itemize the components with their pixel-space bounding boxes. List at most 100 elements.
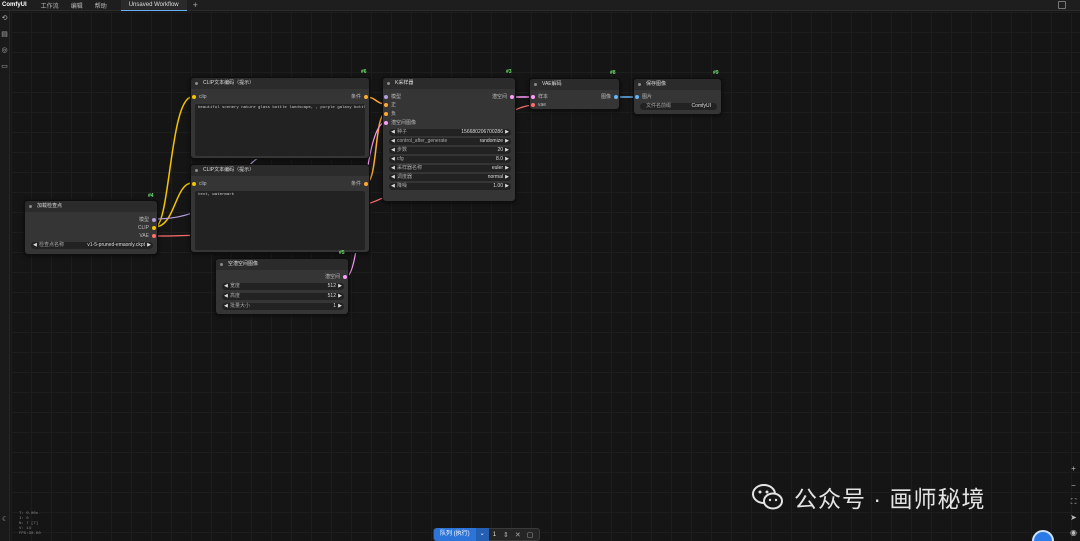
folder-icon[interactable]: ▭ [1, 63, 8, 70]
tab-unsaved-workflow[interactable]: Unsaved Workflow [120, 0, 187, 11]
menu-workflow[interactable]: 工作流 [35, 1, 65, 10]
arrow-right-icon[interactable]: ▶ [505, 165, 509, 172]
arrow-right-icon[interactable]: ▶ [147, 242, 151, 249]
input-clip-slot[interactable] [192, 182, 196, 186]
window-icon[interactable] [1058, 1, 1066, 9]
node-id-badge: #8 [610, 70, 616, 76]
node-title[interactable]: CLIP文本编码（提示） [191, 78, 369, 89]
arrow-left-icon[interactable]: ◀ [391, 156, 395, 163]
output-clip: CLIP [137, 225, 149, 231]
node-library-icon[interactable]: ◎ [1, 47, 8, 54]
node-title[interactable]: 加载检查点 [25, 201, 157, 212]
input-negative-slot[interactable] [384, 112, 388, 116]
input-model-slot[interactable] [384, 95, 388, 99]
arrow-left-icon[interactable]: ◀ [33, 242, 37, 249]
arrow-left-icon[interactable]: ◀ [224, 293, 228, 300]
output-vae: VAE [139, 233, 149, 239]
output-model: 模型 [138, 217, 149, 223]
menu-help[interactable]: 帮助 [89, 1, 113, 10]
filename-prefix-widget[interactable]: 文件名前缀 ComfyUI [640, 103, 717, 110]
node-title[interactable]: VAE解码 [530, 79, 619, 90]
output-clip-slot[interactable] [152, 226, 156, 230]
node-clip-text-positive[interactable]: CLIP文本编码（提示） clip 条件 beautiful scenery n… [190, 77, 370, 159]
arrow-right-icon[interactable]: ▶ [338, 303, 342, 310]
output-model-slot[interactable] [152, 218, 156, 222]
batch-count-input[interactable]: 1 [489, 532, 500, 538]
run-queue-button[interactable]: 队列 (执行) [434, 528, 476, 541]
steps-widget[interactable]: ◀ 步数 20 ▶ [389, 147, 511, 154]
node-title[interactable]: K采样器 [383, 78, 515, 89]
theme-toggle-icon[interactable]: ☾ [2, 515, 8, 523]
input-negative: 负 [391, 111, 397, 117]
add-tab-button[interactable]: + [187, 0, 204, 10]
input-clip-slot[interactable] [192, 95, 196, 99]
input-positive-slot[interactable] [384, 103, 388, 107]
control-after-generate-widget[interactable]: ◀ control_after_generate randomize ▶ [389, 138, 511, 145]
output-latent-slot[interactable] [510, 95, 514, 99]
cancel-icon[interactable]: ✕ [512, 531, 524, 539]
output-latent-slot[interactable] [343, 275, 347, 279]
arrow-right-icon[interactable]: ▶ [505, 147, 509, 154]
node-title[interactable]: 保存图像 [634, 79, 721, 90]
stepper-icon[interactable]: ⇕ [500, 531, 512, 539]
history-icon[interactable]: ⟲ [1, 15, 8, 22]
node-ksampler[interactable]: K采样器 模型 正 负 潜空间图像 潜空间 ◀ 种子 1566802067002… [382, 77, 516, 202]
menu-edit[interactable]: 编辑 [65, 1, 89, 10]
arrow-left-icon[interactable]: ◀ [391, 165, 395, 172]
input-vae: vae [538, 102, 547, 108]
scheduler-widget[interactable]: ◀ 调度器 normal ▶ [389, 174, 511, 181]
output-latent: 潜空间 [324, 274, 340, 280]
arrow-left-icon[interactable]: ◀ [391, 183, 395, 190]
node-save-image[interactable]: 保存图像 图片 文件名前缀 ComfyUI [633, 78, 722, 115]
input-vae-slot[interactable] [531, 103, 535, 107]
zoom-in-icon[interactable]: + [1069, 464, 1078, 473]
arrow-left-icon[interactable]: ◀ [391, 129, 395, 136]
cfg-widget[interactable]: ◀ cfg 8.0 ▶ [389, 156, 511, 163]
app-logo[interactable]: ComfyUI [0, 2, 35, 8]
width-widget[interactable]: ◀ 宽度 512 ▶ [222, 283, 344, 290]
arrow-left-icon[interactable]: ◀ [391, 138, 395, 145]
height-widget[interactable]: ◀ 高度 512 ▶ [222, 293, 344, 300]
arrow-right-icon[interactable]: ▶ [505, 138, 509, 145]
arrow-right-icon[interactable]: ▶ [338, 293, 342, 300]
queue-panel-icon[interactable]: ▢ [524, 531, 537, 539]
queue-icon[interactable]: ▤ [1, 31, 8, 38]
arrow-right-icon[interactable]: ▶ [505, 156, 509, 163]
prompt-textarea[interactable]: text, watermark [195, 191, 365, 250]
prompt-textarea[interactable]: beautiful scenery nature glass bottle la… [195, 104, 365, 156]
batch-size-widget[interactable]: ◀ 批量大小 1 ▶ [222, 303, 344, 310]
arrow-right-icon[interactable]: ▶ [505, 174, 509, 181]
zoom-out-icon[interactable]: − [1069, 481, 1078, 490]
node-empty-latent[interactable]: 空潜空间图像 潜空间 ◀ 宽度 512 ▶ ◀ 高度 512 ▶ ◀ 批量大小 … [215, 258, 349, 315]
ckpt-name-widget[interactable]: ◀ 检查点名称 v1-5-pruned-emaonly.ckpt ▶ [31, 242, 153, 249]
arrow-right-icon[interactable]: ▶ [505, 183, 509, 190]
output-conditioning-slot[interactable] [364, 182, 368, 186]
arrow-right-icon[interactable]: ▶ [338, 283, 342, 290]
node-load-checkpoint[interactable]: 加载检查点 模型 CLIP VAE ◀ 检查点名称 v1-5-pruned-em… [24, 200, 158, 255]
fit-view-icon[interactable]: ⛶ [1069, 497, 1078, 506]
node-title[interactable]: CLIP文本编码（提示） [191, 165, 369, 176]
denoise-widget[interactable]: ◀ 降噪 1.00 ▶ [389, 183, 511, 190]
input-samples-slot[interactable] [531, 95, 535, 99]
chevron-down-icon[interactable]: ⌄ [475, 528, 489, 541]
input-latent-slot[interactable] [384, 121, 388, 125]
arrow-right-icon[interactable]: ▶ [505, 129, 509, 136]
node-title[interactable]: 空潜空间图像 [216, 259, 348, 270]
input-clip: clip [199, 181, 207, 187]
output-image-slot[interactable] [614, 95, 618, 99]
toggle-links-icon[interactable]: ◉ [1069, 528, 1078, 537]
input-images-slot[interactable] [635, 95, 639, 99]
arrow-left-icon[interactable]: ◀ [391, 174, 395, 181]
output-latent: 潜空间 [491, 94, 507, 100]
arrow-left-icon[interactable]: ◀ [224, 303, 228, 310]
output-conditioning-slot[interactable] [364, 95, 368, 99]
arrow-left-icon[interactable]: ◀ [391, 147, 395, 154]
node-clip-text-negative[interactable]: CLIP文本编码（提示） clip 条件 text, watermark [190, 164, 370, 253]
sampler-name-widget[interactable]: ◀ 采样器名称 euler ▶ [389, 165, 511, 172]
arrow-left-icon[interactable]: ◀ [224, 283, 228, 290]
seed-widget[interactable]: ◀ 种子 156680206700286 ▶ [389, 129, 511, 136]
output-vae-slot[interactable] [152, 234, 156, 238]
input-positive: 正 [391, 102, 397, 108]
node-vae-decode[interactable]: VAE解码 样本 vae 图像 [529, 78, 620, 110]
select-cursor-icon[interactable]: ➤ [1069, 513, 1078, 522]
